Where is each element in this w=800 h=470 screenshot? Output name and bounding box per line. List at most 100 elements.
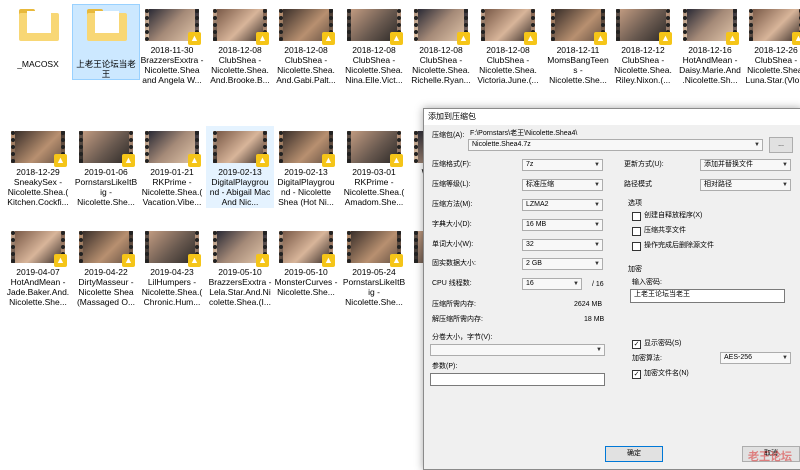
video-file-item[interactable]: ▲ 2018-12-16 HotAndMean - Daisy.Marie.And… (676, 4, 744, 86)
show-password-label: 显示密码(S) (644, 340, 682, 347)
params-label: 参数(P): (432, 363, 458, 370)
file-name-label: 2019-02-13 DigitalPlaygrou nd - Nicolett… (277, 167, 335, 207)
folder-icon (87, 9, 127, 41)
vlc-icon: ▲ (122, 254, 135, 267)
video-file-item[interactable]: ▲ 2018-12-11 MomsBangTeens - Nicolette.Sh… (544, 4, 612, 86)
video-thumbnail: ▲ (79, 127, 135, 167)
video-file-item[interactable]: ▲ 2019-05-24 PornstarsLikeItB ig - Nicole… (340, 226, 408, 308)
vlc-icon: ▲ (188, 254, 201, 267)
video-thumbnail: ▲ (145, 127, 201, 167)
chevron-down-icon: ▼ (573, 281, 579, 287)
video-thumbnail: ▲ (683, 5, 739, 45)
video-file-item[interactable]: ▲ 2018-12-08 ClubShea - Nicolette.Shea. A… (206, 4, 274, 86)
vlc-icon: ▲ (390, 32, 403, 45)
video-file-item[interactable]: ▲ 2018-12-08 ClubShea - Nicolette.Shea. R… (407, 4, 475, 86)
video-file-item[interactable]: ▲ 2019-03-01 RKPrime - Nicolette.Shea.( A… (340, 126, 408, 208)
video-thumbnail: ▲ (279, 127, 335, 167)
vlc-icon: ▲ (322, 32, 335, 45)
archive-label: 压缩包(A): (432, 132, 465, 139)
file-name-label: 2018-12-12 ClubShea - Nicolette.Shea. Ri… (614, 45, 672, 85)
vlc-icon: ▲ (792, 32, 800, 45)
browse-button[interactable]: ... (769, 137, 793, 153)
video-file-item[interactable]: ▲ 2019-05-10 MonsterCurves - Nicolette.Sh… (272, 226, 340, 298)
cpu-combo[interactable]: 16 ▼ (522, 278, 582, 290)
video-file-item[interactable]: ▲ 2019-02-13 DigitalPlaygrou nd - Nicolet… (272, 126, 340, 208)
video-file-item[interactable]: ▲ 2018-12-08 ClubShea - Nicolette.Shea. V… (474, 4, 542, 86)
video-file-item[interactable]: ▲ 2018-12-08 ClubShea - Nicolette.Shea. A… (272, 4, 340, 86)
video-file-item[interactable]: ▲ 2018-12-08 ClubShea - Nicolette.Shea. N… (340, 4, 408, 86)
ok-button[interactable]: 确定 (605, 446, 663, 462)
video-thumbnail: ▲ (213, 227, 269, 267)
path-mode-value: 相对路径 (704, 181, 732, 188)
video-file-item[interactable]: ▲ 2019-04-23 LilHumpers - Nicolette.Shea.… (138, 226, 206, 308)
folder-item[interactable]: _MACOSX (4, 4, 72, 70)
block-combo[interactable]: 2 GB ▼ (522, 258, 603, 270)
video-file-item[interactable]: ▲ 2018-12-26 ClubShea - Nicolette.Shea. L… (742, 4, 800, 86)
file-name-label: 2019-04-22 DirtyMasseur - Nicolette Shea… (76, 267, 136, 307)
video-file-item[interactable]: ▲ 2018-11-30 BrazzersExxtra - Nicolette.S… (138, 4, 206, 86)
method-label: 压缩方法(M): (432, 201, 473, 208)
word-value: 32 (526, 241, 534, 248)
chevron-down-icon: ▼ (754, 142, 760, 148)
shared-checkbox[interactable] (632, 227, 641, 236)
file-name-label: 2018-12-11 MomsBangTeens - Nicolette.She… (547, 45, 609, 85)
password-input[interactable]: 上老王论坛当老王 (630, 289, 785, 303)
video-file-item[interactable]: ▲ 2019-04-07 HotAndMean - Jade.Baker.And.… (4, 226, 72, 308)
chevron-down-icon: ▼ (594, 202, 600, 208)
vlc-icon: ▲ (122, 154, 135, 167)
format-combo[interactable]: 7z ▼ (522, 159, 603, 171)
show-password-checkbox[interactable]: ✓ (632, 340, 641, 349)
path-mode-combo[interactable]: 相对路径 ▼ (700, 179, 791, 191)
split-label: 分卷大小，字节(V): (432, 334, 493, 341)
video-thumbnail: ▲ (213, 5, 269, 45)
params-input[interactable] (430, 373, 605, 386)
file-name-label: 2019-02-13 DigitalPlaygrou nd - Abigail … (209, 167, 271, 207)
delete-checkbox[interactable] (632, 242, 641, 251)
video-file-item[interactable]: ▲ 2018-12-12 ClubShea - Nicolette.Shea. R… (609, 4, 677, 86)
enc-names-checkbox[interactable]: ✓ (632, 370, 641, 379)
chevron-down-icon: ▼ (594, 182, 600, 188)
vlc-icon: ▲ (457, 32, 470, 45)
vlc-icon: ▲ (54, 254, 67, 267)
video-thumbnail: ▲ (347, 127, 403, 167)
video-file-item[interactable]: ▲ 2019-05-10 BrazzersExxtra - Lela.Star.A… (206, 226, 274, 308)
block-value: 2 GB (526, 260, 542, 267)
video-file-item[interactable]: ▲ 2019-01-21 RKPrime - Nicolette.Shea.( V… (138, 126, 206, 208)
file-name-label: 2018-11-30 BrazzersExxtra - Nicolette.Sh… (140, 45, 204, 85)
dialog-title: 添加到压缩包 (424, 109, 800, 125)
file-name-label: 上老王论坛当老王 (76, 59, 136, 79)
sfx-checkbox[interactable] (632, 212, 641, 221)
video-thumbnail: ▲ (749, 5, 800, 45)
vlc-icon: ▲ (390, 254, 403, 267)
file-name-label: 2018-12-08 ClubShea - Nicolette.Shea. Ri… (411, 45, 471, 85)
level-combo[interactable]: 标准压缩 ▼ (522, 179, 603, 191)
archive-name-value: Nicolette.Shea4.7z (472, 141, 531, 148)
video-thumbnail: ▲ (414, 5, 470, 45)
video-file-item[interactable]: ▲ 2019-02-13 DigitalPlaygrou nd - Abigail… (206, 126, 274, 208)
enc-names-label: 加密文件名(N) (644, 370, 689, 377)
video-file-item[interactable]: ▲ 2019-04-22 DirtyMasseur - Nicolette She… (72, 226, 140, 308)
chevron-down-icon: ▼ (782, 182, 788, 188)
update-combo[interactable]: 添加并替换文件 ▼ (700, 159, 791, 171)
video-thumbnail: ▲ (551, 5, 607, 45)
chevron-down-icon: ▼ (782, 162, 788, 168)
shared-label: 压缩共享文件 (644, 227, 686, 234)
dict-value: 16 MB (526, 221, 547, 228)
video-file-item[interactable]: ▲ 2019-01-06 PornstarsLikeItB ig - Nicole… (72, 126, 140, 208)
word-combo[interactable]: 32 ▼ (522, 239, 603, 251)
enc-method-combo[interactable]: AES-256 ▼ (720, 352, 791, 364)
file-name-label: 2019-01-06 PornstarsLikeItB ig - Nicolet… (74, 167, 138, 207)
folder-item[interactable]: 上老王论坛当老王 (72, 4, 140, 80)
chevron-down-icon: ▼ (596, 347, 602, 353)
enc-method-label: 加密算法: (632, 355, 662, 362)
split-combo[interactable]: ▼ (430, 344, 605, 356)
dict-combo[interactable]: 16 MB ▼ (522, 219, 603, 231)
video-file-item[interactable]: ▲ 2018-12-29 SneakySex - Nicolette.Shea.(… (4, 126, 72, 208)
file-name-label: 2018-12-08 ClubShea - Nicolette.Shea. An… (210, 45, 270, 85)
archive-name-combo[interactable]: Nicolette.Shea4.7z ▼ (468, 139, 763, 151)
method-combo[interactable]: LZMA2 ▼ (522, 199, 603, 211)
video-thumbnail: ▲ (616, 5, 672, 45)
format-value: 7z (526, 161, 534, 168)
mem-comp-value: 2624 MB (574, 301, 603, 308)
video-thumbnail: ▲ (145, 227, 201, 267)
